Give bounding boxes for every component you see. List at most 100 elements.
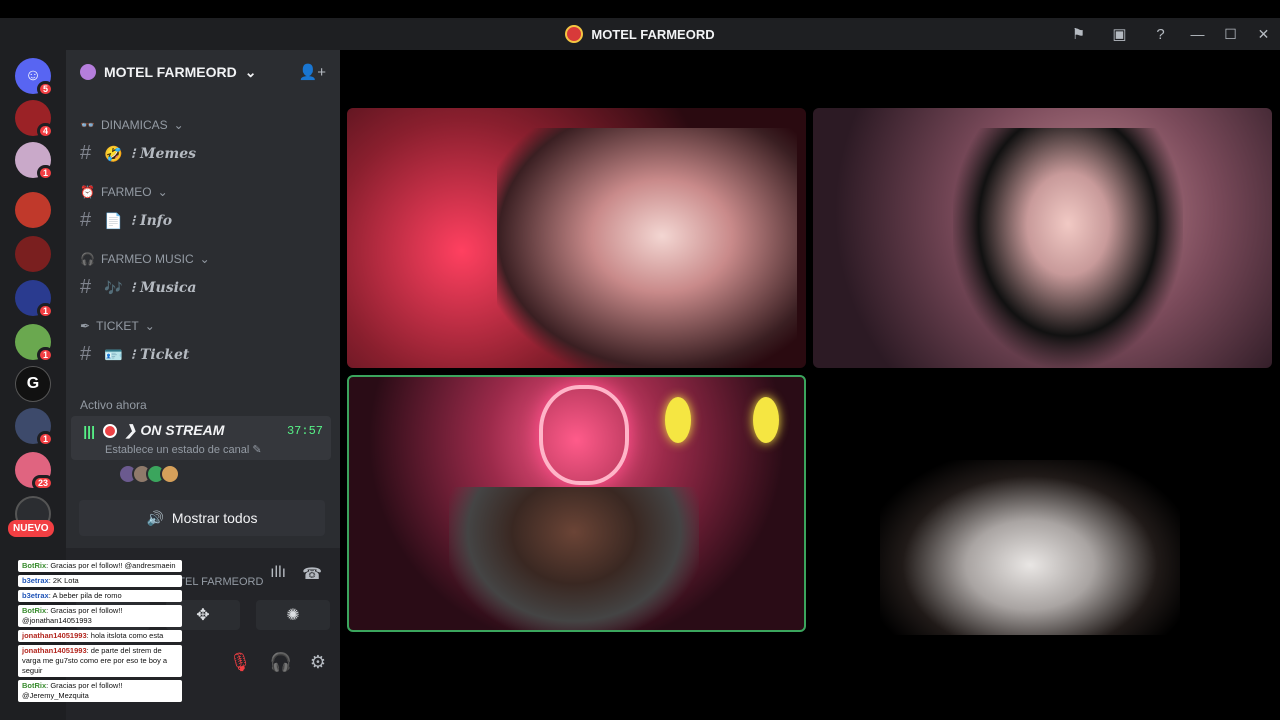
- pencil-icon: ✎: [252, 444, 262, 456]
- channel-name: Ticket: [140, 346, 190, 363]
- chat-message: b3etrax: 2K Lota: [18, 575, 182, 587]
- server-icon[interactable]: 23: [15, 452, 54, 491]
- stream-title-text: ON STREAM: [140, 422, 225, 438]
- screen-share-icon[interactable]: ▣: [1099, 18, 1140, 50]
- server-icon[interactable]: [15, 236, 51, 272]
- unread-badge: 1: [36, 431, 54, 447]
- noise-suppression-icon[interactable]: ıllı: [270, 564, 286, 584]
- channel-name: Info: [140, 212, 173, 229]
- server-header[interactable]: MOTEL FARMEORD ⌄ 👤+: [66, 50, 340, 94]
- server-icon[interactable]: [15, 192, 51, 228]
- server-letter: G: [26, 375, 40, 392]
- channel-name: Musica: [140, 279, 197, 296]
- category-dinamicas[interactable]: 👓 DINAMICAS ⌄: [80, 118, 184, 132]
- server-icon[interactable]: 1: [15, 324, 54, 363]
- server-icon[interactable]: 1: [15, 142, 54, 181]
- hash-icon: #: [80, 142, 92, 164]
- stream-timer: 37:57: [286, 424, 323, 438]
- channel-info[interactable]: # 📄 ⁝ Info: [80, 209, 172, 232]
- video-tile[interactable]: [347, 108, 806, 368]
- video-tile[interactable]: [880, 460, 1180, 635]
- emoji-icon: 🤣: [104, 145, 123, 163]
- category-label: TICKET: [96, 319, 139, 333]
- glasses-icon: 👓: [80, 118, 95, 132]
- server-icon[interactable]: 1: [15, 408, 54, 447]
- category-label: FARMEO: [100, 185, 152, 199]
- unread-badge: 4: [36, 123, 54, 139]
- channel-status-prompt[interactable]: Establece un estado de canal ✎: [105, 443, 262, 456]
- pen-icon: ✒: [80, 319, 91, 333]
- voice-activity-icon: |||: [83, 422, 95, 439]
- video-tile-speaking[interactable]: [347, 375, 806, 632]
- chat-user: jonathan14051993: [22, 646, 87, 655]
- channel-status-text: Establece un estado de canal: [105, 444, 250, 456]
- activities-icon: ✥: [196, 607, 210, 624]
- chevron-down-icon: ⌄: [144, 319, 155, 333]
- show-all-label: Mostrar todos: [171, 510, 258, 526]
- window-title-text: MOTEL FARMEORD: [591, 26, 715, 42]
- category-farmeo[interactable]: ⏰ FARMEO ⌄: [80, 185, 168, 199]
- headphones-deafen-icon[interactable]: 🎧: [269, 652, 291, 673]
- chat-message: jonathan14051993: de parte del strem de …: [18, 645, 182, 677]
- chat-user: BotRix: [22, 606, 47, 615]
- channel-label: ⁝ Info: [130, 212, 173, 229]
- video-stage: [340, 50, 1280, 720]
- chat-text: : hola itslota como esta: [86, 631, 164, 640]
- category-farmeo-music[interactable]: 🎧 FARMEO MUSIC ⌄: [80, 252, 210, 266]
- chat-message: BotRix: Gracias por el follow!! @jonatha…: [18, 605, 182, 627]
- home-button[interactable]: ☺ 5: [15, 58, 54, 97]
- channel-musica[interactable]: # 🎶 ⁝ Musica: [80, 276, 197, 299]
- chat-user: b3etrax: [22, 576, 49, 585]
- add-member-icon[interactable]: 👤+: [299, 63, 326, 81]
- voice-participants[interactable]: [118, 464, 180, 484]
- category-ticket[interactable]: ✒ TICKET ⌄: [80, 319, 155, 333]
- disconnect-icon[interactable]: ☎: [302, 564, 322, 584]
- channel-ticket[interactable]: # 🪪 ⁝ Ticket: [80, 343, 189, 366]
- chat-user: BotRix: [22, 681, 47, 690]
- voice-channel-on-stream[interactable]: ||| ❯ ON STREAM 37:57 Establece un estad…: [71, 416, 331, 460]
- chevron-down-icon: ⌄: [199, 252, 210, 266]
- unread-badge: 1: [36, 165, 54, 181]
- headphones-icon: 🎧: [80, 252, 95, 266]
- channel-label: ⁝ Memes: [130, 145, 197, 162]
- show-all-button[interactable]: 🔊 Mostrar todos: [79, 500, 325, 536]
- stream-title: ❯ ON STREAM: [124, 422, 225, 438]
- music-notes-icon: 🎶: [104, 279, 123, 297]
- speaker-icon: 🔊: [146, 509, 164, 526]
- chevron-down-icon: ⌄: [173, 118, 184, 132]
- category-label: DINAMICAS: [100, 118, 168, 132]
- channel-memes[interactable]: # 🤣 ⁝ Memes: [80, 142, 196, 165]
- server-icon[interactable]: 1: [15, 280, 54, 319]
- help-icon[interactable]: ?: [1140, 18, 1181, 50]
- chat-message: BotRix: Gracias por el follow!! @Jeremy_…: [18, 680, 182, 702]
- unread-badge: 5: [36, 81, 54, 97]
- hash-icon: #: [80, 276, 92, 298]
- server-avatar-icon: [80, 64, 96, 80]
- unread-badge: 1: [36, 347, 54, 363]
- banana-neon-light: [665, 397, 691, 443]
- alarm-clock-icon: ⏰: [80, 185, 95, 199]
- banana-neon-light: [753, 397, 779, 443]
- avatar: [160, 464, 180, 484]
- live-record-icon: [102, 423, 117, 438]
- server-icon[interactable]: G: [15, 366, 51, 402]
- chat-user: jonathan14051993: [22, 631, 87, 640]
- neon-sign: [539, 385, 629, 485]
- chat-message: BotRix: Gracias por el follow!! @andresm…: [18, 560, 182, 572]
- soundboard-button[interactable]: ✺: [256, 600, 330, 630]
- flag-icon[interactable]: ⚑: [1058, 18, 1099, 50]
- close-button[interactable]: ✕: [1247, 18, 1280, 50]
- page-icon: 📄: [104, 212, 123, 230]
- chat-message: jonathan14051993: hola itslota como esta: [18, 630, 182, 642]
- server-icon[interactable]: 4: [15, 100, 54, 139]
- minimize-button[interactable]: —: [1181, 18, 1214, 50]
- title-bar: MOTEL FARMEORD ⚑ ▣ ? — ☐ ✕: [0, 18, 1280, 50]
- new-badge: NUEVO: [8, 520, 54, 537]
- maximize-button[interactable]: ☐: [1214, 18, 1247, 50]
- chat-text: : A beber pila de romo: [48, 591, 122, 600]
- mute-microphone-icon[interactable]: 🎙: [229, 652, 252, 673]
- hash-icon: #: [80, 343, 92, 365]
- channel-name: Memes: [140, 145, 197, 162]
- video-tile[interactable]: [813, 108, 1272, 368]
- gear-icon[interactable]: ⚙: [310, 652, 326, 673]
